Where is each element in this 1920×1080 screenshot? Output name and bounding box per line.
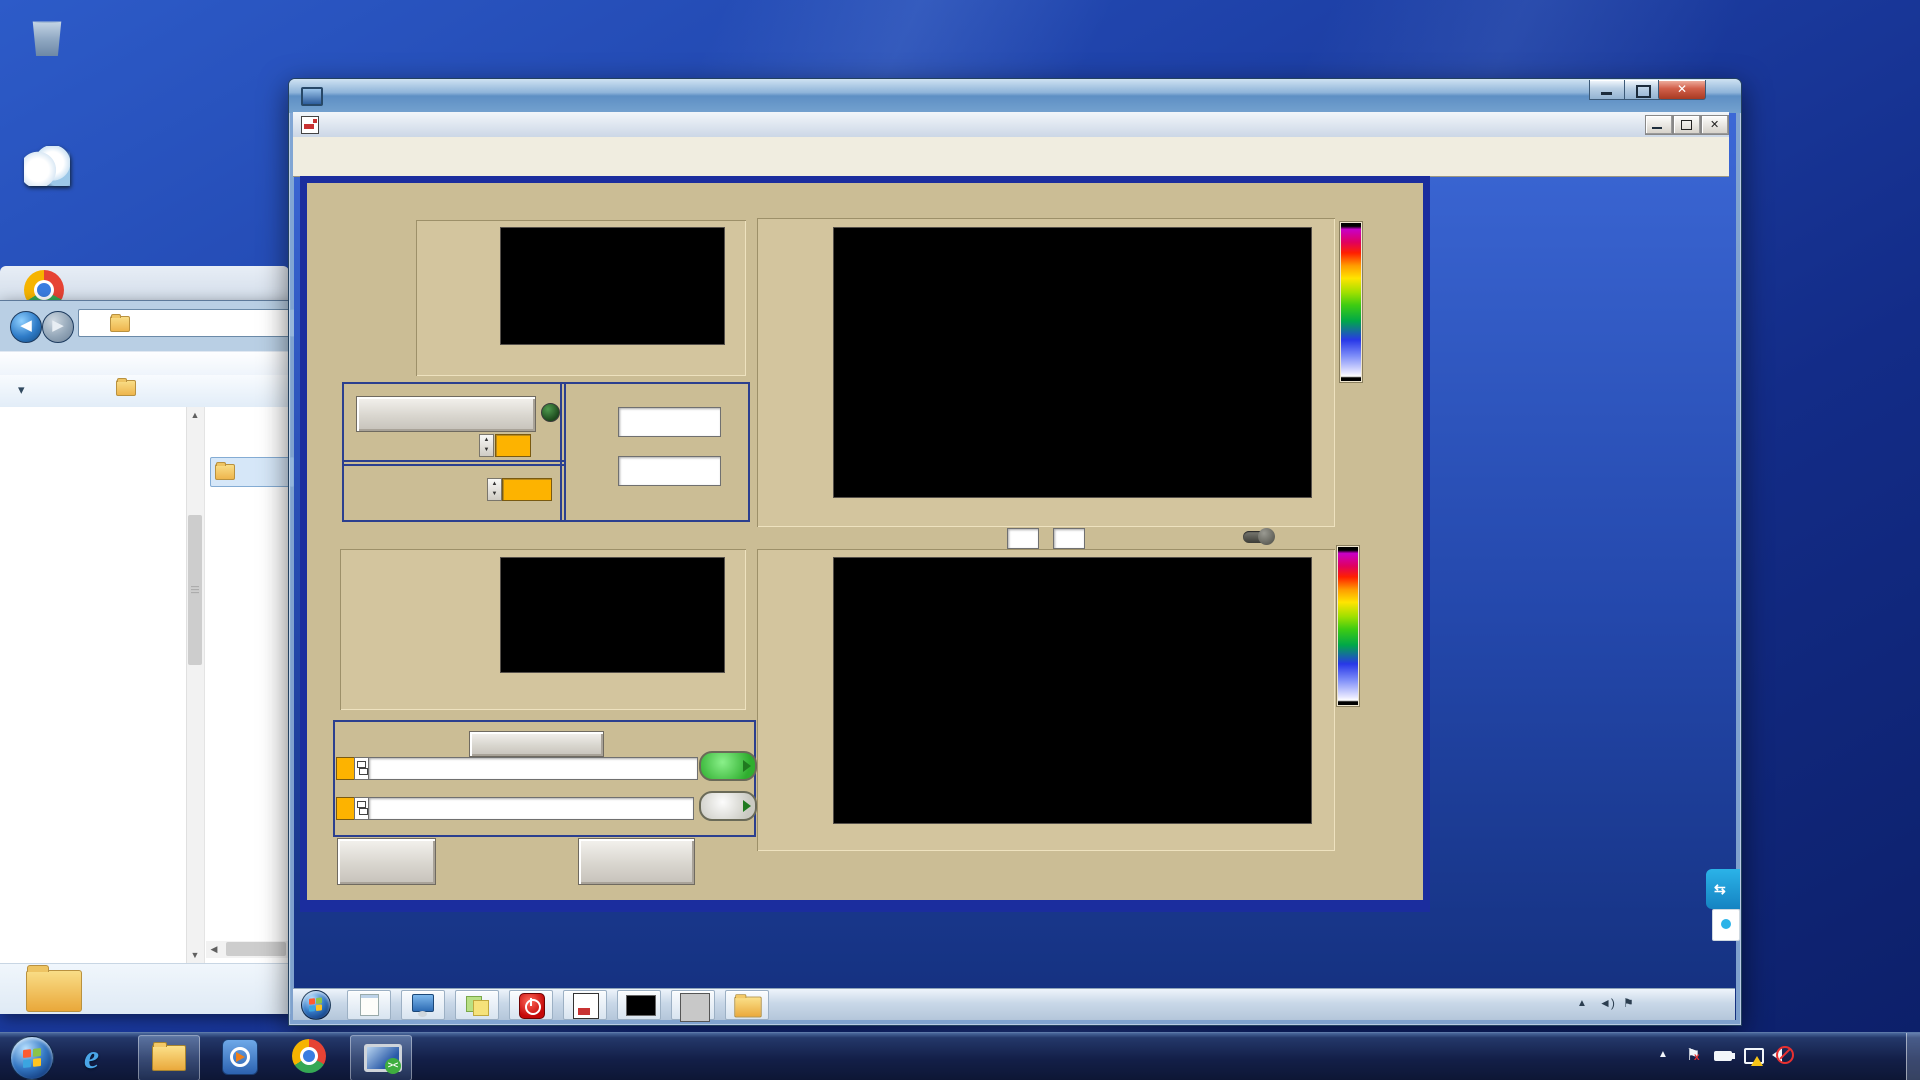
snr-value-field[interactable] bbox=[502, 478, 552, 501]
vi-tab-strip bbox=[293, 137, 1729, 177]
vi-restore-button[interactable] bbox=[1673, 115, 1701, 135]
remote-scan-sched-button[interactable] bbox=[671, 990, 715, 1022]
processed-path-field[interactable] bbox=[368, 757, 698, 780]
change-lidar-settings-button[interactable] bbox=[578, 838, 695, 885]
rays-spinner[interactable]: ▲ ▼ bbox=[479, 434, 494, 457]
explorer-taskbar-button[interactable] bbox=[138, 1035, 200, 1080]
remote-explorer-button[interactable] bbox=[725, 990, 769, 1020]
show-desktop-button[interactable] bbox=[1906, 1033, 1920, 1080]
tray-expand-icon[interactable]: ▲ bbox=[1658, 1049, 1668, 1060]
screen: ◀ ▶ ▾ ▲ — — — ▼ ◀ ✕ ✕ ▲ ▼ ▲ ▼ ▲ ◄) ⚑ ⇆ e… bbox=[0, 0, 1920, 1080]
raw-browse-icon[interactable] bbox=[354, 797, 369, 820]
rdp-app-icon bbox=[301, 87, 323, 106]
remote-tray-volume-icon[interactable]: ◄) bbox=[1599, 996, 1615, 1010]
remote-taskbar: ▲ ◄) ⚑ bbox=[293, 988, 1735, 1022]
remote-stop-button[interactable] bbox=[509, 990, 553, 1020]
ascope-plot[interactable] bbox=[500, 227, 725, 345]
explorer-body: ▲ — — — ▼ ◀ bbox=[0, 407, 294, 963]
labview-vi-icon bbox=[301, 116, 319, 134]
explorer-window: ◀ ▶ ▾ ▲ — — — ▼ ◀ bbox=[0, 300, 316, 1014]
doppler-colorbar bbox=[1337, 546, 1359, 706]
average-total-field[interactable] bbox=[1053, 528, 1085, 549]
remote-notepad-button[interactable] bbox=[347, 990, 391, 1020]
bl-view-icon[interactable] bbox=[24, 146, 70, 186]
open-button-icon bbox=[116, 377, 142, 396]
folder-icon bbox=[215, 462, 235, 480]
recycle-bin-icon[interactable] bbox=[32, 21, 62, 56]
remote-settings-button[interactable] bbox=[401, 990, 445, 1020]
average-number-field[interactable] bbox=[1007, 528, 1039, 549]
rays-value-field[interactable] bbox=[495, 434, 531, 457]
media-player-icon[interactable] bbox=[222, 1039, 258, 1075]
address-bar[interactable] bbox=[78, 309, 316, 337]
stop-software-button[interactable] bbox=[337, 838, 436, 885]
raw-logging-off-button[interactable] bbox=[699, 791, 757, 821]
volume-muted-icon[interactable] bbox=[1772, 1046, 1794, 1064]
forward-button[interactable]: ▶ bbox=[42, 311, 74, 343]
remote-notes-button[interactable] bbox=[455, 990, 499, 1020]
start-button[interactable] bbox=[10, 1036, 54, 1080]
network-icon[interactable] bbox=[1744, 1048, 1764, 1066]
labview-titlebar[interactable] bbox=[293, 112, 1729, 138]
remote-labview-xr-button[interactable] bbox=[563, 990, 607, 1020]
explorer-menubar bbox=[0, 351, 290, 376]
organize-button[interactable]: ▾ bbox=[18, 382, 25, 398]
chrome-icon[interactable] bbox=[292, 1039, 326, 1073]
processed-logging-on-button[interactable] bbox=[699, 751, 757, 781]
velocity-plot[interactable] bbox=[500, 557, 725, 673]
processed-drive-selector[interactable] bbox=[336, 757, 355, 780]
backscatter-colorbar bbox=[1340, 222, 1362, 382]
remote-tray-flag-icon[interactable]: ⚑ bbox=[1623, 996, 1634, 1010]
remote-cmd-button[interactable] bbox=[617, 990, 661, 1020]
hscrollbar[interactable]: ◀ bbox=[206, 941, 290, 958]
remote-start-button[interactable] bbox=[301, 990, 331, 1020]
restart-processed-button[interactable] bbox=[469, 731, 604, 757]
rdp-minimize-button[interactable] bbox=[1589, 80, 1625, 100]
az-value-field[interactable] bbox=[618, 407, 721, 437]
rdp-taskbar-button[interactable]: >< bbox=[350, 1035, 412, 1080]
scanner-position-box bbox=[560, 382, 750, 522]
snr-spinner[interactable]: ▲ ▼ bbox=[487, 478, 502, 501]
scrollbar-thumb[interactable]: — — — bbox=[188, 515, 202, 665]
remote-tray-expand-icon[interactable]: ▲ bbox=[1577, 998, 1587, 1009]
teamviewer-flap[interactable] bbox=[1712, 909, 1740, 941]
host-taskbar: e >< ▲ ⚑ x bbox=[0, 1032, 1920, 1080]
back-button[interactable]: ◀ bbox=[10, 311, 42, 343]
teamviewer-panel-icon[interactable]: ⇆ bbox=[1706, 869, 1740, 909]
backscatter-heatmap[interactable] bbox=[833, 227, 1312, 498]
details-pane bbox=[0, 963, 290, 1014]
rdp-maximize-button[interactable] bbox=[1624, 80, 1660, 100]
big-folder-icon bbox=[26, 965, 82, 1012]
el-value-field[interactable] bbox=[618, 456, 721, 486]
renew-led-indicator bbox=[541, 403, 560, 422]
renew-background-button[interactable] bbox=[356, 396, 536, 432]
tree-scrollbar[interactable]: ▲ — — — ▼ bbox=[186, 407, 204, 963]
file-item-uva-lidar[interactable] bbox=[210, 457, 294, 487]
vi-minimize-button[interactable] bbox=[1645, 115, 1673, 135]
explorer-toolbar: ▾ bbox=[0, 375, 290, 408]
rdp-close-button[interactable]: ✕ bbox=[1658, 80, 1706, 100]
folder-icon bbox=[110, 314, 130, 332]
internet-explorer-icon[interactable]: e bbox=[84, 1039, 120, 1076]
battery-icon[interactable] bbox=[1714, 1051, 1735, 1061]
rdp-titlebar[interactable]: ✕ bbox=[289, 79, 1741, 113]
raw-drive-selector[interactable] bbox=[336, 797, 355, 820]
vi-close-button[interactable]: ✕ bbox=[1701, 115, 1729, 135]
doppler-heatmap[interactable] bbox=[833, 557, 1312, 824]
raw-path-field[interactable] bbox=[368, 797, 694, 820]
processed-browse-icon[interactable] bbox=[354, 757, 369, 780]
action-center-flag-icon[interactable]: ⚑ x bbox=[1686, 1045, 1700, 1065]
backscatter-toggle[interactable] bbox=[1243, 528, 1275, 545]
